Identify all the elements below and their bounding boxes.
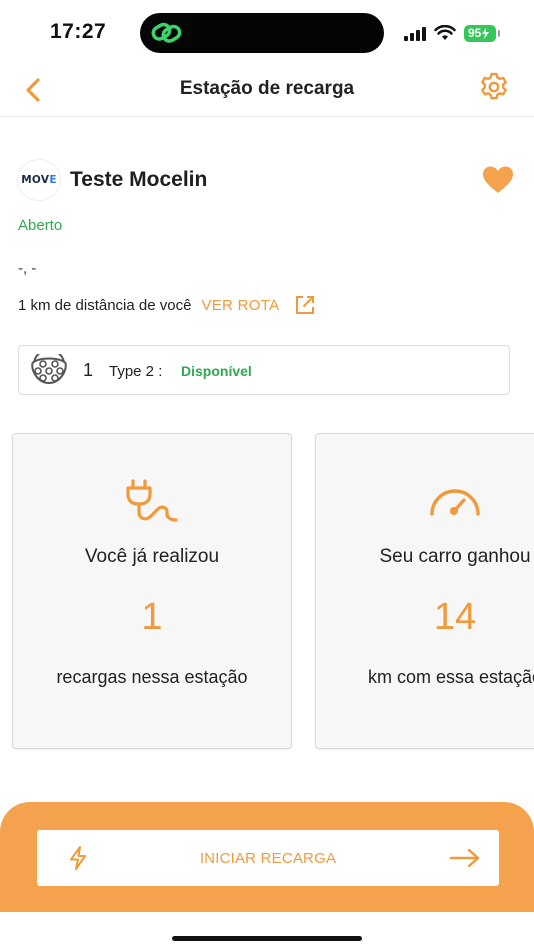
favorite-heart-icon[interactable] [482, 165, 514, 195]
status-bar: 17:27 95 [0, 0, 534, 64]
charges-stat-heading: Você já realizou [84, 546, 220, 567]
home-indicator-area [0, 912, 534, 950]
logo-text-accent: E [49, 174, 57, 186]
connector-status: Disponível [181, 363, 252, 379]
power-plug-icon [126, 479, 178, 522]
app-header: Estação de recarga [0, 64, 534, 117]
charges-stat-value: 1 [141, 596, 163, 638]
station-name: Teste Mocelin [70, 168, 208, 191]
type2-connector-icon [31, 354, 67, 385]
wifi-icon [434, 25, 456, 40]
external-link-icon[interactable] [294, 294, 316, 316]
logo-text: MOV [21, 174, 50, 186]
connector-type: Type 2 : [109, 363, 163, 380]
station-detail-screen: 17:27 95 Estação de recarga MOVE Teste M… [0, 0, 534, 950]
speedometer-icon [430, 489, 480, 516]
page-title: Estação de recarga [179, 78, 355, 99]
charges-stat-card: Você já realizou 1 recargas nessa estaçã… [12, 433, 292, 749]
view-route-link[interactable]: VER ROTA [201, 297, 279, 314]
connector-card[interactable]: 1 Type 2 : Disponível [18, 345, 510, 395]
start-charging-button[interactable]: INICIAR RECARGA [37, 830, 499, 886]
battery-indicator: 95 [464, 24, 500, 42]
station-title-row: MOVE Teste Mocelin [18, 160, 516, 202]
connector-count: 1 [83, 360, 94, 380]
distance-stat-card: Seu carro ganhou 14 km com essa estação [315, 433, 534, 749]
home-indicator[interactable] [172, 936, 362, 941]
distance-stat-value: 14 [433, 596, 477, 638]
station-address: -, - [18, 260, 37, 277]
distance-row: 1 km de distância de você VER ROTA [18, 294, 316, 316]
operator-logo: MOVE [18, 160, 60, 200]
battery-level: 95 [468, 25, 482, 40]
distance-stat-caption: km com essa estação [367, 667, 534, 687]
dynamic-island [140, 13, 384, 53]
distance-text: 1 km de distância de você [18, 296, 192, 314]
link-activity-icon [151, 22, 182, 43]
charging-bolt-icon [482, 27, 490, 39]
opening-status: Aberto [18, 217, 63, 234]
start-charging-label: INICIAR RECARGA [199, 850, 337, 867]
cellular-signal-icon [404, 25, 426, 41]
distance-stat-heading: Seu carro ganhou [379, 546, 531, 567]
arrow-right-icon [449, 848, 480, 868]
status-time: 17:27 [50, 20, 107, 43]
charges-stat-caption: recargas nessa estação [56, 667, 248, 687]
status-indicators: 95 [404, 23, 500, 43]
settings-gear-icon[interactable] [478, 71, 510, 103]
